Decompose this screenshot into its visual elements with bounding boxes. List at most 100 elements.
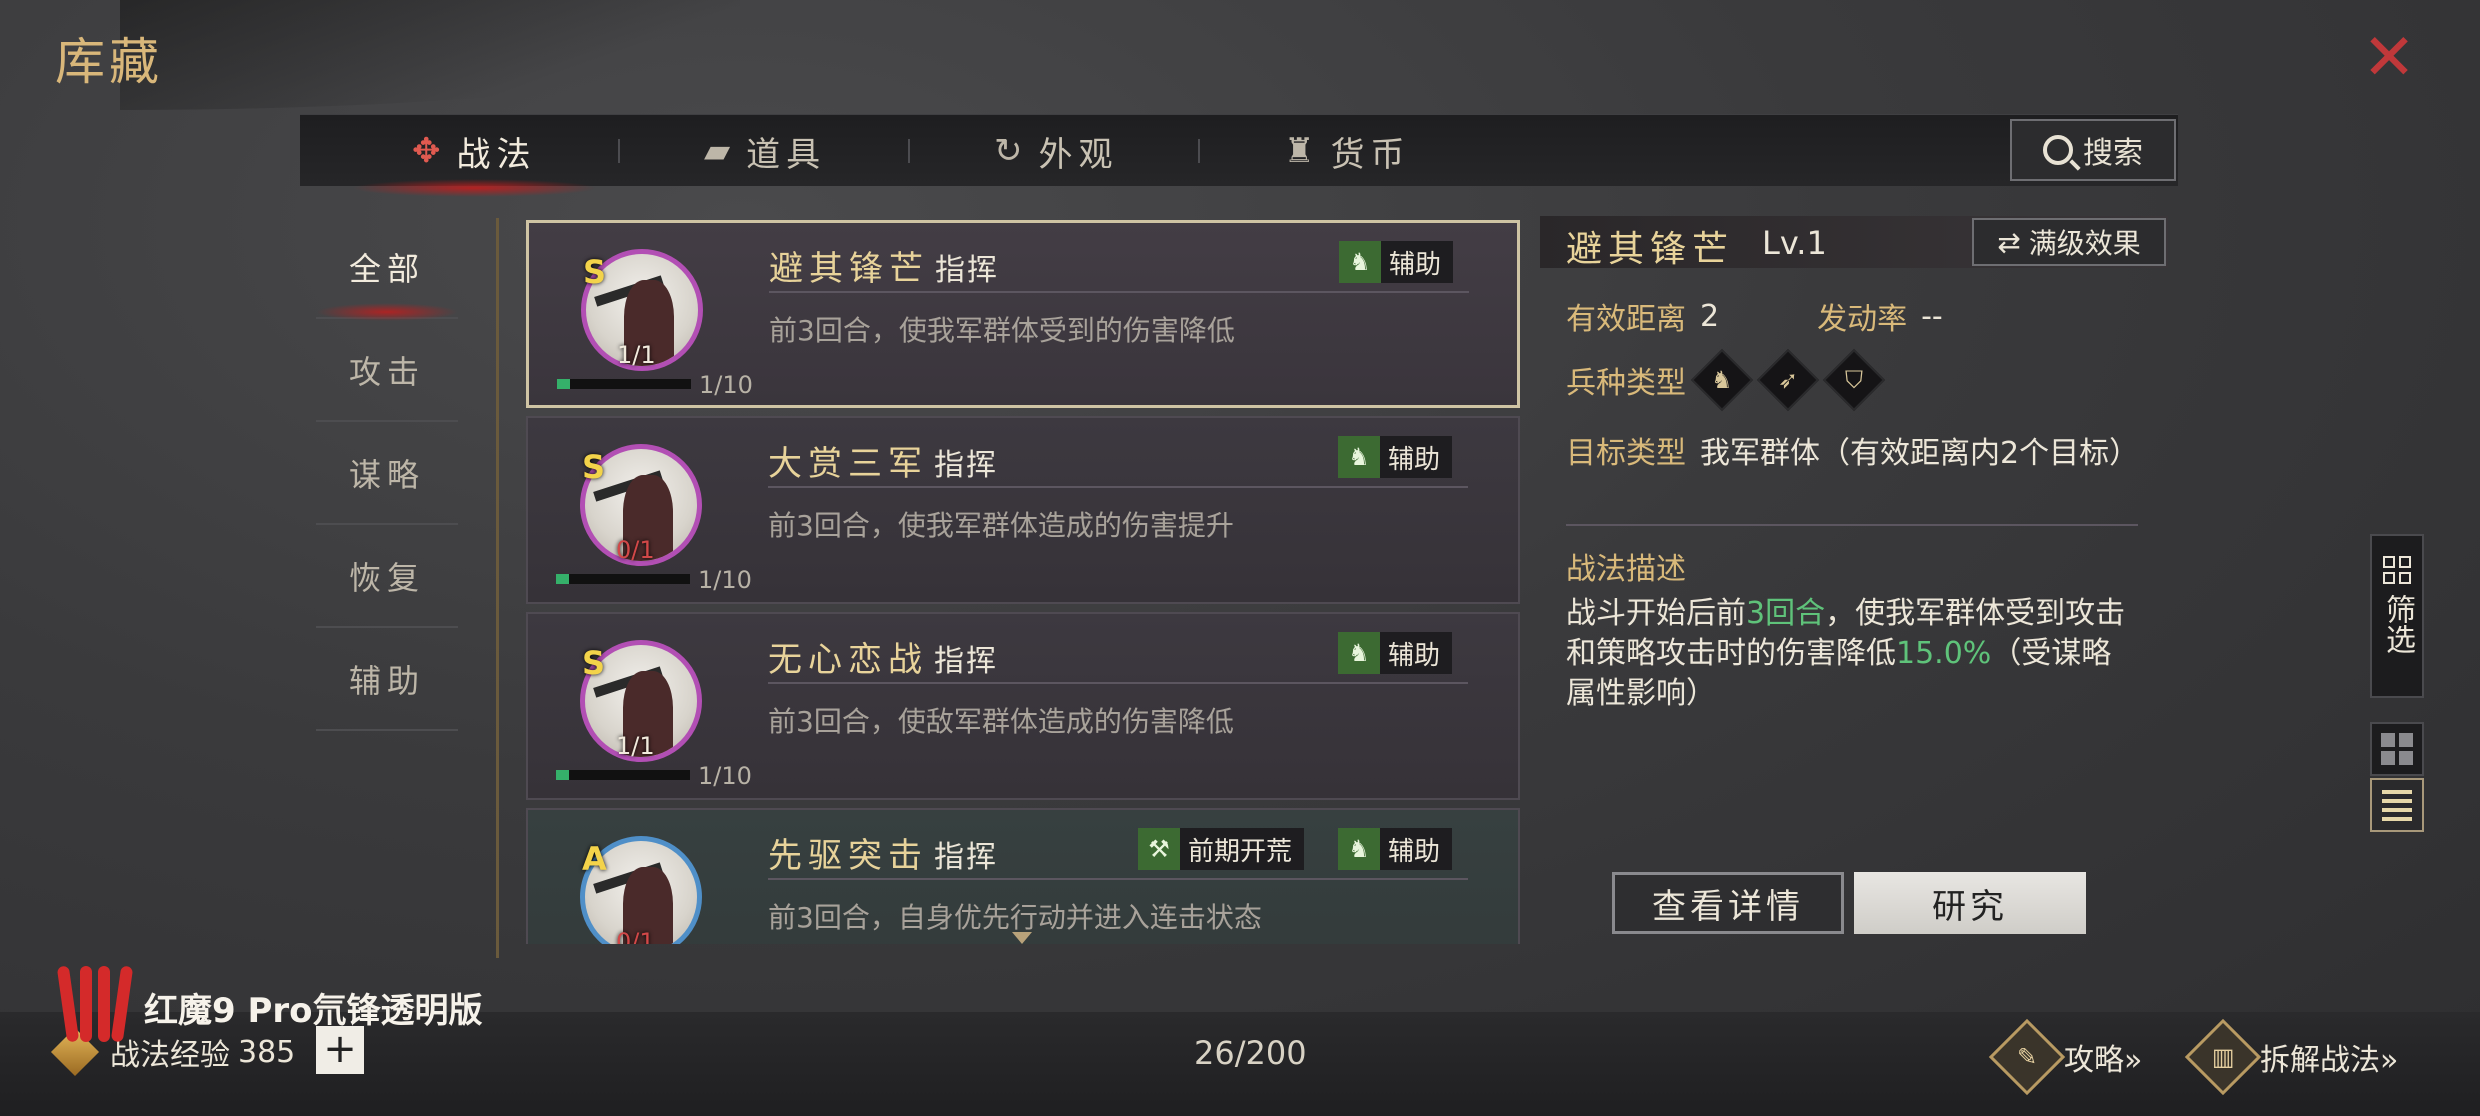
tab-label: 货币	[1330, 134, 1411, 175]
target-type-row: 目标类型 我军群体（有效距离内2个目标）	[1566, 428, 2139, 472]
research-button[interactable]: 研究	[1854, 872, 2086, 934]
category-attack[interactable]: 攻击	[316, 319, 458, 422]
close-button[interactable]: ✕	[2358, 26, 2420, 90]
range-value: 2	[1700, 298, 1720, 334]
search-label: 搜索	[2083, 136, 2143, 171]
tab-currency[interactable]: ♜ 货币	[1284, 115, 1410, 187]
cavalry-icon: ♞	[1690, 348, 1754, 412]
max-level-effect-button[interactable]: ⇄ 满级效果	[1972, 218, 2166, 266]
detail-name: 避其锋芒	[1566, 229, 1735, 270]
progress-label: 1/10	[699, 371, 753, 399]
tab-divider	[908, 139, 910, 163]
support-icon: ♞	[1338, 828, 1380, 870]
page-title: 库藏	[55, 33, 163, 91]
rank-badge: S	[583, 253, 607, 291]
filter-grid-icon	[2383, 556, 2411, 584]
owned-count: 1/1	[616, 732, 655, 760]
grid-view-button[interactable]	[2370, 722, 2424, 776]
axe-icon: ⚒	[1138, 828, 1180, 870]
support-icon: ♞	[1338, 436, 1380, 478]
swap-icon: ⇄	[1997, 225, 2021, 259]
tab-items[interactable]: ▰ 道具	[704, 115, 826, 187]
range-row: 有效距离 2 发动率 --	[1566, 298, 1943, 338]
tactic-description: 前3回合，使我军群体造成的伤害提升	[768, 509, 1234, 542]
divider	[768, 486, 1468, 488]
tab-tactics[interactable]: ✥ 战法	[352, 115, 596, 197]
tab-label: 道具	[746, 134, 827, 175]
tab-label: 战法	[456, 134, 537, 175]
progress-bar	[557, 379, 691, 389]
category-list: 全部 攻击 谋略 恢复 辅助	[316, 216, 458, 731]
detail-level: Lv.1	[1762, 224, 1827, 262]
detail-panel: 避其锋芒 Lv.1 ⇄ 满级效果 有效距离 2 发动率 -- 兵种类型 ♞ ➶ …	[1540, 216, 2168, 956]
tactic-type: 指挥	[935, 253, 999, 288]
progress-bar	[556, 770, 690, 780]
search-icon	[2043, 135, 2073, 165]
scroll-bundle-icon: ✥	[412, 131, 447, 171]
tag-support: ♞ 辅助	[1338, 436, 1453, 478]
owned-count: 0/1	[616, 928, 655, 944]
tab-divider	[1198, 139, 1200, 163]
list-view-button[interactable]	[2370, 778, 2424, 832]
search-button[interactable]: 搜索	[2010, 119, 2176, 181]
refresh-icon: ↻	[994, 131, 1029, 171]
grid-view-icon	[2381, 733, 2413, 765]
tactic-name: 先驱突击 指挥	[768, 836, 998, 876]
divider	[768, 878, 1468, 880]
tag-support: ♞ 辅助	[1338, 828, 1453, 870]
tactic-card[interactable]: A 0/1 先驱突击 指挥 ⚒ 前期开荒 ♞ 辅助 前3回合，自身优先行动并进入连击状…	[526, 808, 1520, 944]
tactic-name: 大赏三军 指挥	[768, 444, 998, 484]
gold-divider	[496, 218, 499, 958]
support-icon: ♞	[1338, 632, 1380, 674]
tactic-name: 无心恋战 指挥	[768, 640, 998, 680]
rank-badge: S	[582, 448, 606, 486]
ink-branch-decoration	[120, 0, 740, 110]
target-value: 我军群体（有效距离内2个目标）	[1700, 436, 2140, 471]
tab-divider	[618, 139, 620, 163]
filter-button[interactable]: 筛选	[2370, 534, 2424, 698]
tactic-list[interactable]: S 1/1 1/10 避其锋芒 指挥 ♞ 辅助 前3回合，使我军群体受到的伤害降低 …	[526, 218, 1520, 944]
top-tab-bar: ✥ 战法 ▰ 道具 ↻ 外观 ♜ 货币 搜索	[300, 114, 2178, 197]
tag-early-game: ⚒ 前期开荒	[1138, 828, 1305, 870]
tactic-card[interactable]: S 0/1 1/10 大赏三军 指挥 ♞ 辅助 前3回合，使我军群体造成的伤害提升	[526, 416, 1520, 604]
tactic-type: 指挥	[934, 840, 998, 875]
rank-badge: S	[582, 644, 606, 682]
support-icon: ♞	[1339, 241, 1381, 283]
guide-button[interactable]: ✎ 攻略»	[1988, 1018, 2142, 1096]
rate-value: --	[1921, 298, 1943, 334]
progress-label: 1/10	[698, 566, 752, 594]
guide-book-icon: ✎	[1988, 1018, 2066, 1096]
tactic-description: 前3回合，自身优先行动并进入连击状态	[768, 901, 1262, 934]
tag-support: ♞ 辅助	[1338, 632, 1453, 674]
category-support[interactable]: 辅助	[316, 628, 458, 731]
money-bag-icon: ♜	[1284, 131, 1321, 171]
capacity-count: 26/200	[1194, 1034, 1307, 1072]
view-details-button[interactable]: 查看详情	[1612, 872, 1844, 934]
list-view-icon	[2382, 789, 2412, 821]
book-icon: ▰	[704, 131, 737, 171]
red-magic-logo	[56, 965, 134, 1048]
divider	[769, 291, 1469, 293]
shield-icon: ⛉	[1822, 348, 1886, 412]
troop-type-row: 兵种类型 ♞ ➶ ⛉	[1566, 348, 1898, 412]
tactic-card[interactable]: S 1/1 1/10 无心恋战 指挥 ♞ 辅助 前3回合，使敌军群体造成的伤害降低	[526, 612, 1520, 800]
tactic-card[interactable]: S 1/1 1/10 避其锋芒 指挥 ♞ 辅助 前3回合，使我军群体受到的伤害降低	[526, 220, 1520, 408]
device-watermark: 红魔9 Pro氘锋透明版	[56, 965, 483, 1048]
divider	[768, 682, 1468, 684]
category-all[interactable]: 全部	[316, 216, 458, 321]
tab-label: 外观	[1038, 134, 1119, 175]
category-strategy[interactable]: 谋略	[316, 422, 458, 525]
progress-label: 1/10	[698, 762, 752, 790]
rank-badge: A	[582, 840, 607, 878]
tag-support: ♞ 辅助	[1339, 241, 1454, 283]
progress-bar	[556, 574, 690, 584]
scroll-down-icon	[1012, 932, 1032, 944]
tab-appearance[interactable]: ↻ 外观	[994, 115, 1119, 187]
dismantle-tactic-button[interactable]: ▥ 拆解战法»	[2184, 1018, 2398, 1096]
owned-count: 0/1	[616, 536, 655, 564]
tactic-type: 指挥	[934, 644, 998, 679]
archer-icon: ➶	[1756, 348, 1820, 412]
tactic-name: 避其锋芒 指挥	[769, 249, 999, 289]
scroll-icon: ▥	[2184, 1018, 2262, 1096]
category-recovery[interactable]: 恢复	[316, 525, 458, 628]
